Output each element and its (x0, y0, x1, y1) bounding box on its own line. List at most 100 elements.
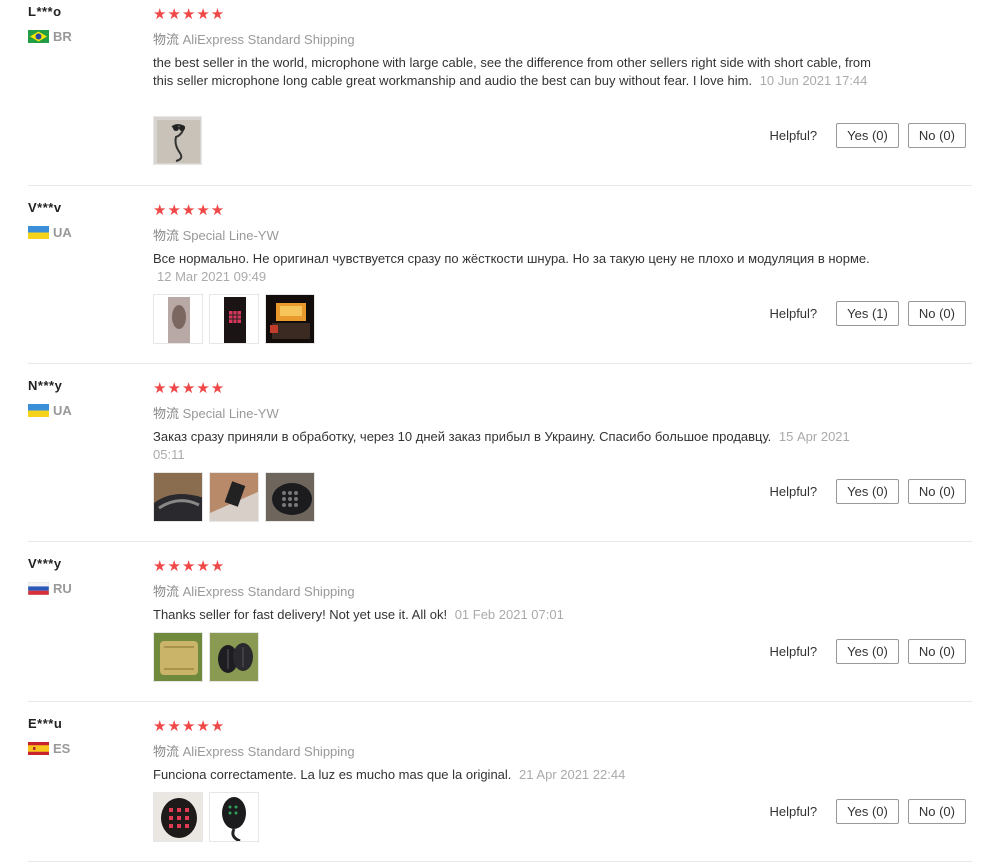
review-date: 12 Mar 2021 09:49 (157, 269, 267, 284)
country-code: ES (53, 741, 71, 756)
helpful-label: Helpful? (769, 306, 818, 321)
helpful-voting: Helpful? Yes (0) No (0) (769, 639, 966, 664)
helpful-yes-button[interactable]: Yes (0) (836, 639, 899, 664)
reviewer-country: RU (27, 581, 138, 596)
shipping-prefix: 物流 (153, 406, 180, 421)
shipping-name: Special Line-YW (182, 228, 279, 243)
review-content: ★★★★★ 物流 AliExpress Standard Shipping th… (153, 5, 873, 90)
helpful-voting: Helpful? Yes (0) No (0) (769, 479, 966, 504)
country-code: UA (53, 403, 72, 418)
country-code: RU (53, 581, 72, 596)
reviewer-info: N***y UA (28, 378, 138, 418)
brazil-flag-icon (28, 30, 49, 43)
country-code: UA (53, 225, 72, 240)
review-text: the best seller in the world, microphone… (153, 54, 873, 90)
review-photo[interactable] (153, 116, 202, 165)
helpful-yes-button[interactable]: Yes (1) (836, 301, 899, 326)
review-photo[interactable] (209, 472, 259, 522)
review-photo[interactable] (209, 294, 259, 344)
shipping-method: 物流 Special Line-YW (153, 403, 873, 422)
reviewer-info: E***u ES (28, 716, 138, 756)
reviewer-country: ES (28, 741, 138, 756)
shipping-method: 物流 Special Line-YW (153, 225, 873, 244)
review-body: Заказ сразу приняли в обработку, через 1… (153, 429, 772, 444)
reviewer-name: L***o (28, 4, 62, 19)
helpful-no-button[interactable]: No (0) (907, 301, 966, 326)
review-item: L***o BR ★★★★★ 物流 AliExpress Standard Sh… (28, 0, 972, 186)
review-photos (153, 116, 202, 165)
helpful-yes-button[interactable]: Yes (0) (836, 123, 899, 148)
reviewer-name: E***u (28, 716, 63, 731)
country-code: BR (53, 29, 72, 44)
russia-flag-icon (27, 581, 50, 596)
star-rating: ★★★★★ (153, 380, 226, 397)
reviewer-info: L***o BR (28, 4, 138, 44)
helpful-label: Helpful? (769, 484, 818, 499)
review-body: Funciona correctamente. La luz es mucho … (153, 767, 512, 782)
star-rating: ★★★★★ (153, 202, 226, 219)
helpful-voting: Helpful? Yes (1) No (0) (769, 301, 966, 326)
helpful-yes-button[interactable]: Yes (0) (836, 799, 899, 824)
review-photo[interactable] (265, 472, 315, 522)
shipping-prefix: 物流 (153, 744, 180, 759)
reviewer-name: V***y (28, 556, 62, 571)
star-rating: ★★★★★ (153, 718, 226, 735)
helpful-no-button[interactable]: No (0) (907, 479, 966, 504)
helpful-label: Helpful? (769, 644, 818, 659)
reviewer-name: N***y (28, 378, 63, 393)
shipping-name: Special Line-YW (182, 406, 279, 421)
shipping-method: 物流 AliExpress Standard Shipping (153, 741, 873, 760)
review-date: 21 Apr 2021 22:44 (519, 767, 626, 782)
review-content: ★★★★★ 物流 AliExpress Standard Shipping Th… (153, 557, 873, 624)
review-photo[interactable] (153, 294, 203, 344)
review-content: ★★★★★ 物流 AliExpress Standard Shipping Fu… (153, 717, 873, 784)
shipping-method: 物流 AliExpress Standard Shipping (153, 29, 873, 48)
reviewer-info: V***y RU (27, 556, 138, 596)
review-photos (153, 632, 259, 682)
review-body: Все нормально. Не оригинал чувствуется с… (153, 251, 870, 266)
review-text: Все нормально. Не оригинал чувствуется с… (153, 250, 873, 286)
star-rating: ★★★★★ (153, 558, 226, 575)
ukraine-flag-icon (28, 404, 49, 417)
helpful-voting: Helpful? Yes (0) No (0) (769, 123, 966, 148)
review-photos (153, 294, 315, 344)
review-item: V***v UA ★★★★★ 物流 Special Line-YW Все но… (28, 186, 972, 364)
helpful-no-button[interactable]: No (0) (907, 799, 966, 824)
helpful-label: Helpful? (769, 804, 818, 819)
review-item: V***y RU ★★★★★ 物流 AliExpress Standard Sh… (27, 542, 972, 702)
review-item: E***u ES ★★★★★ 物流 AliExpress Standard Sh… (28, 702, 972, 862)
reviewer-country: UA (28, 225, 138, 240)
shipping-method: 物流 AliExpress Standard Shipping (153, 581, 873, 600)
star-rating: ★★★★★ (153, 6, 226, 23)
helpful-no-button[interactable]: No (0) (907, 123, 966, 148)
review-content: ★★★★★ 物流 Special Line-YW Все нормально. … (153, 201, 873, 286)
review-photo[interactable] (209, 792, 259, 842)
helpful-yes-button[interactable]: Yes (0) (836, 479, 899, 504)
review-list: L***o BR ★★★★★ 物流 AliExpress Standard Sh… (0, 0, 998, 862)
review-text: Funciona correctamente. La luz es mucho … (153, 766, 873, 784)
reviewer-info: V***v UA (28, 200, 138, 240)
reviewer-country: BR (28, 29, 138, 44)
shipping-name: AliExpress Standard Shipping (182, 584, 355, 599)
review-item: N***y UA ★★★★★ 物流 Special Line-YW Заказ … (28, 364, 972, 542)
review-photos (153, 472, 315, 522)
review-date: 01 Feb 2021 07:01 (454, 607, 564, 622)
helpful-label: Helpful? (769, 128, 818, 143)
review-content: ★★★★★ 物流 Special Line-YW Заказ сразу при… (153, 379, 873, 464)
review-photo[interactable] (153, 792, 203, 842)
review-photo[interactable] (153, 472, 203, 522)
review-photo[interactable] (153, 632, 203, 682)
review-photo[interactable] (265, 294, 315, 344)
shipping-prefix: 物流 (153, 228, 180, 243)
shipping-name: AliExpress Standard Shipping (182, 744, 355, 759)
spain-flag-icon (28, 742, 49, 755)
reviewer-name: V***v (28, 200, 62, 215)
review-photo[interactable] (209, 632, 259, 682)
review-date: 10 Jun 2021 17:44 (759, 73, 868, 88)
helpful-no-button[interactable]: No (0) (907, 639, 966, 664)
review-photos (153, 792, 259, 842)
review-body: Thanks seller for fast delivery! Not yet… (153, 607, 448, 622)
reviewer-country: UA (28, 403, 138, 418)
helpful-voting: Helpful? Yes (0) No (0) (769, 799, 966, 824)
review-text: Thanks seller for fast delivery! Not yet… (153, 606, 873, 624)
